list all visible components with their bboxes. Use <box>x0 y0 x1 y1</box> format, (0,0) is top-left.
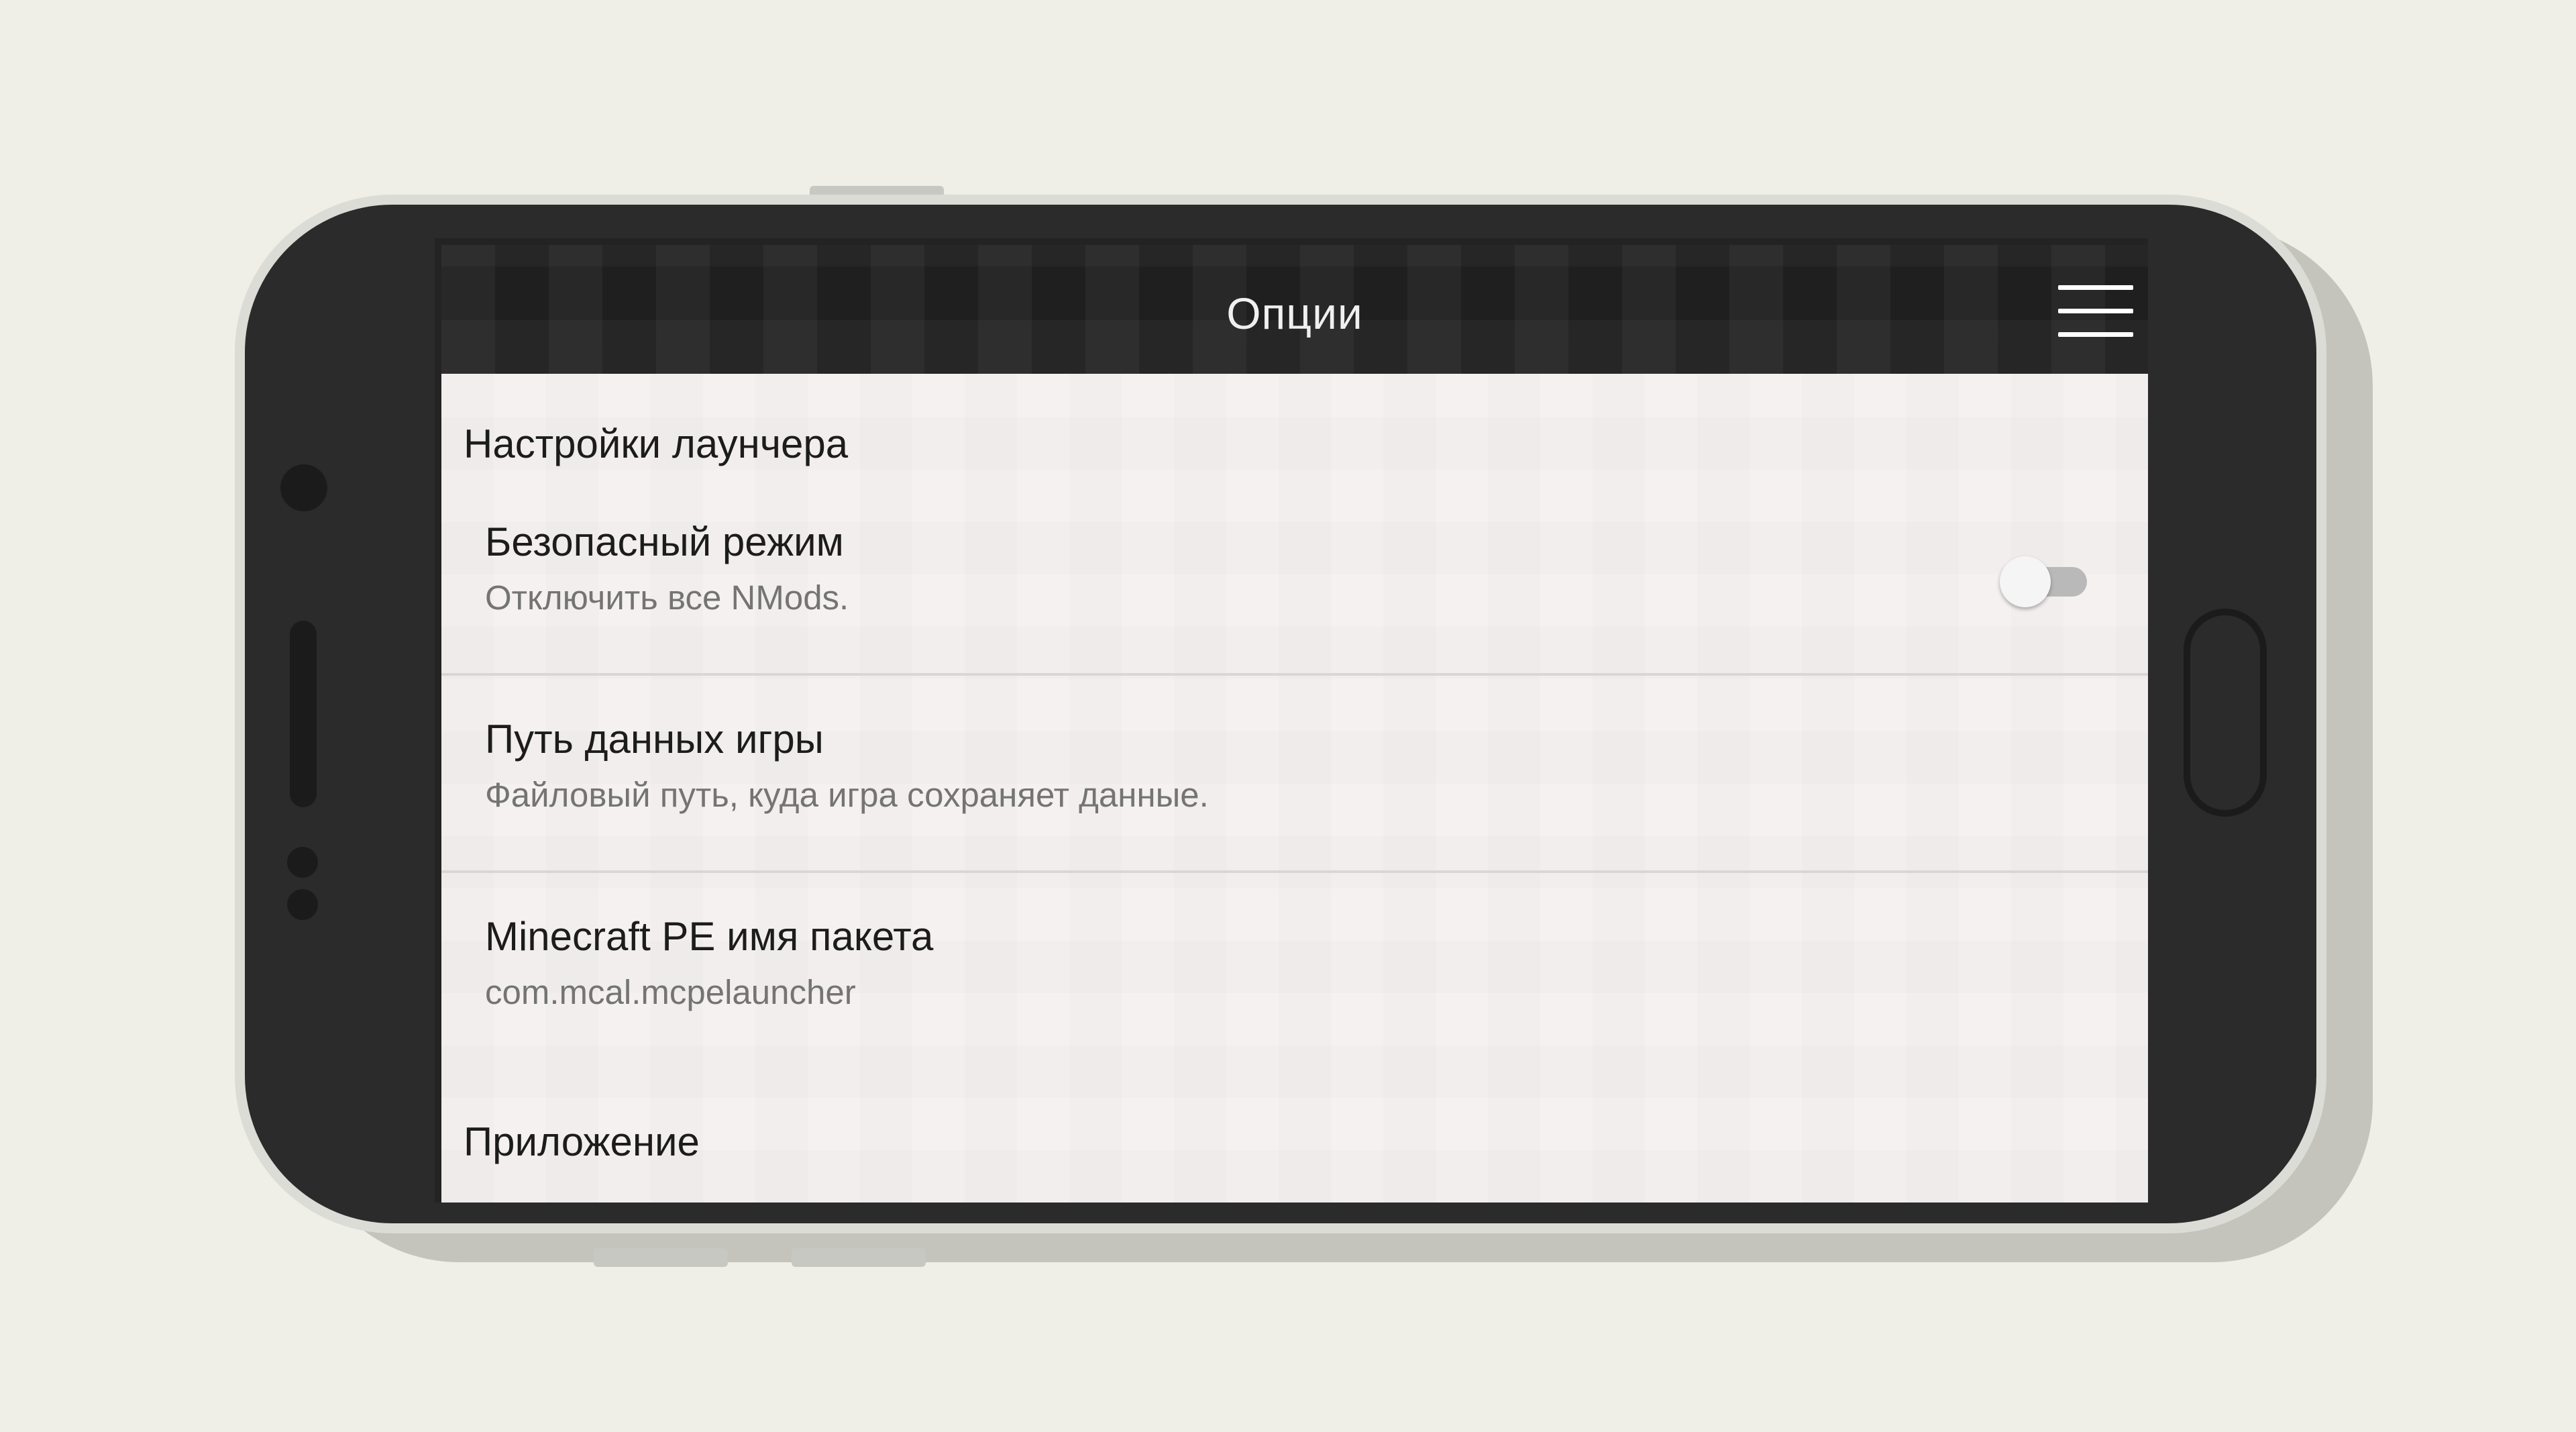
pref-game-data-path[interactable]: Путь данных игры Файловый путь, куда игр… <box>441 676 2148 873</box>
front-camera <box>280 464 327 511</box>
light-sensor <box>287 889 318 920</box>
pref-title: Безопасный режим <box>485 519 844 564</box>
volume-down-button <box>594 1248 728 1267</box>
pref-summary: com.mcal.mcpelauncher <box>485 973 856 1011</box>
pref-summary: Отключить все NMods. <box>485 578 849 617</box>
pref-package-name[interactable]: Minecraft PE имя пакета com.mcal.mcpelau… <box>441 873 2148 1070</box>
pref-title: Minecraft PE имя пакета <box>485 914 934 959</box>
pref-summary: Файловый путь, куда игра сохраняет данны… <box>485 776 1209 814</box>
volume-up-button <box>792 1248 926 1267</box>
home-button[interactable] <box>2184 609 2267 817</box>
pref-title: Путь данных игры <box>485 717 824 762</box>
earpiece-speaker <box>290 621 317 807</box>
proximity-sensor <box>287 847 318 878</box>
app-bar: Опции <box>441 245 2148 374</box>
safe-mode-switch[interactable] <box>2000 554 2092 607</box>
settings-list: Настройки лаунчера Безопасный режим Откл… <box>441 374 2148 1203</box>
pref-safe-mode[interactable]: Безопасный режим Отключить все NMods. <box>441 478 2148 676</box>
section-header-application: Приложение <box>464 1119 700 1164</box>
hamburger-menu-icon[interactable] <box>2058 278 2133 343</box>
switch-thumb <box>2000 556 2051 607</box>
section-header-launcher-settings: Настройки лаунчера <box>464 421 849 466</box>
device-screen: Опции Настройки лаунчера Безопасный режи… <box>435 238 2148 1203</box>
page-title: Опции <box>1226 289 1363 338</box>
